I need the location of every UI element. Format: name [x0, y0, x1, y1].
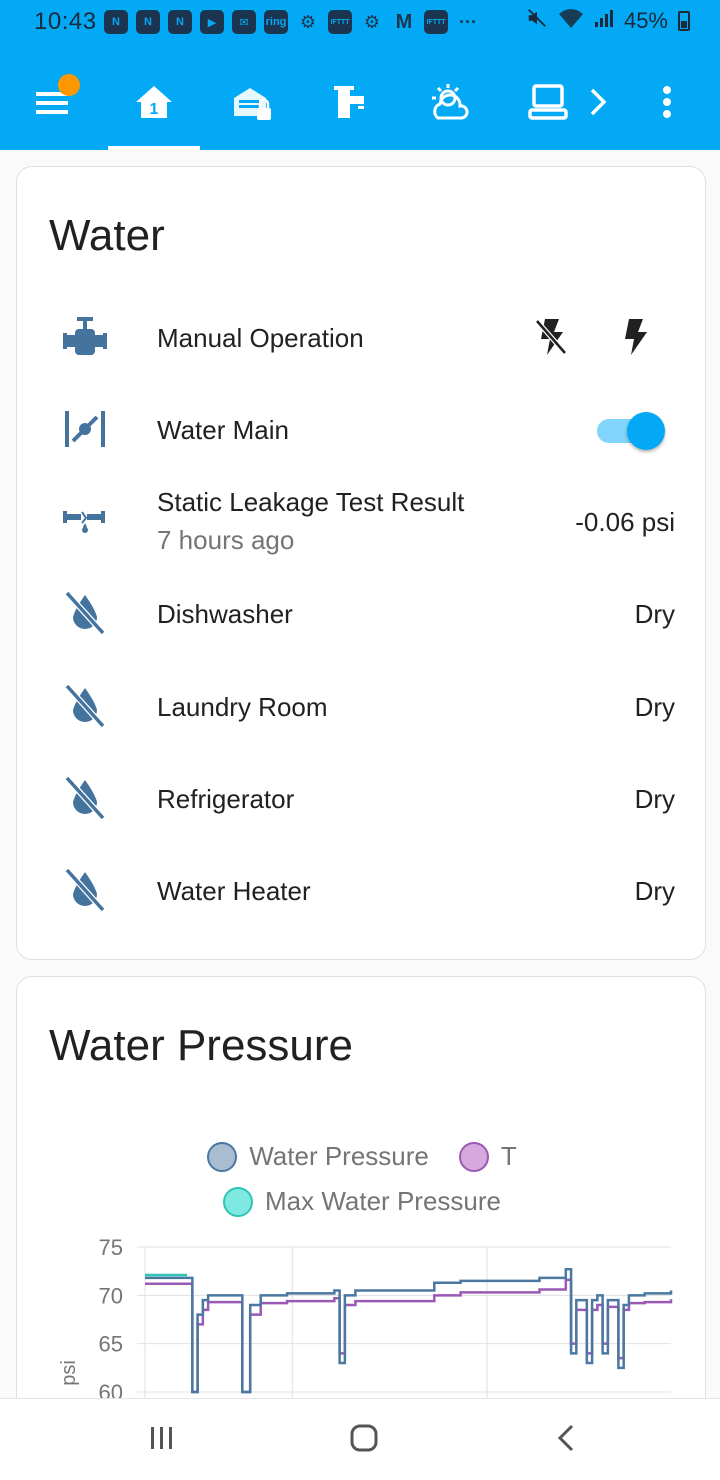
entity-state: Dry	[634, 692, 675, 722]
recent-apps-icon	[147, 1425, 177, 1456]
water-main-toggle[interactable]	[597, 411, 667, 451]
entity-name: Refrigerator	[157, 784, 295, 814]
mail-icon: ✉	[232, 10, 256, 34]
system-status: 45%	[526, 7, 690, 35]
battery-icon	[678, 11, 690, 31]
nest-icon: N	[168, 10, 192, 34]
flash-off-button[interactable]	[527, 313, 575, 361]
android-nav-bar	[0, 1398, 720, 1480]
overflow-menu-button[interactable]	[622, 58, 712, 150]
entity-row-laundry-room[interactable]: Laundry Room Dry	[17, 670, 707, 740]
y-tick-label: 70	[99, 1283, 123, 1308]
notification-badge	[58, 74, 80, 96]
ifttt-icon: IFTTT	[424, 10, 448, 34]
menu-button[interactable]	[8, 58, 100, 150]
entity-row-manual-operation[interactable]: Manual Operation	[17, 301, 707, 371]
last-changed: 7 hours ago	[157, 525, 295, 555]
entity-state: Dry	[634, 599, 675, 629]
weather-partly-cloudy-icon	[428, 80, 472, 129]
nest-icon: N	[104, 10, 128, 34]
more-notifications-icon: ···	[459, 11, 477, 32]
faucet-icon	[328, 80, 372, 129]
entity-state: Dry	[634, 876, 675, 906]
settings-icon: ⚙	[363, 11, 381, 32]
entity-name: Static Leakage Test Result	[157, 487, 465, 517]
youtube-icon: ▶	[200, 10, 224, 34]
valve-open-icon	[61, 405, 109, 453]
overflow-menu-icon	[645, 80, 689, 129]
tab-garage[interactable]	[206, 58, 298, 150]
view-tabs: 1	[0, 58, 720, 150]
pipe-leak-icon	[61, 495, 109, 543]
home-icon: 1	[132, 80, 176, 129]
toggle-knob	[627, 412, 665, 450]
entity-name: Water Heater	[157, 876, 311, 906]
series-line-water-pressure[interactable]	[145, 1267, 673, 1394]
recent-apps-button[interactable]	[132, 1417, 192, 1463]
entity-row-water-heater[interactable]: Water Heater Dry	[17, 854, 707, 924]
entity-name: Laundry Room	[157, 692, 328, 722]
back-button[interactable]	[536, 1417, 596, 1463]
status-time: 10:43	[34, 8, 97, 35]
water-off-icon	[61, 682, 109, 730]
ifttt-icon: IFTTT	[328, 10, 352, 34]
signal-icon	[594, 8, 614, 34]
tab-home[interactable]: 1	[108, 58, 200, 150]
entity-name: Water Main	[157, 415, 289, 445]
status-bar: 10:43 N N N ▶ ✉ ring ⚙ IFTTT ⚙ M IFTTT ·…	[0, 0, 720, 44]
entity-name: Dishwasher	[157, 599, 293, 629]
water-card: Water Manual Operation Water Main Static…	[16, 166, 706, 960]
entity-row-refrigerator[interactable]: Refrigerator Dry	[17, 762, 707, 832]
gmail-icon: M	[395, 10, 413, 33]
y-tick-label: 75	[99, 1235, 123, 1260]
settings-icon: ⚙	[299, 11, 317, 32]
garage-lock-icon	[230, 80, 274, 129]
nest-icon: N	[136, 10, 160, 34]
water-off-icon	[61, 774, 109, 822]
entity-row-leakage-test[interactable]: Static Leakage Test Result 7 hours ago -…	[17, 481, 707, 571]
y-tick-label: 65	[99, 1332, 123, 1357]
entity-row-dishwasher[interactable]: Dishwasher Dry	[17, 577, 707, 647]
app-header: 10:43 N N N ▶ ✉ ring ⚙ IFTTT ⚙ M IFTTT ·…	[0, 0, 720, 150]
card-title: Water	[49, 211, 165, 260]
pressure-chart[interactable]: 75706560 psi	[17, 977, 707, 1417]
home-button-icon	[349, 1423, 379, 1458]
water-off-icon	[61, 589, 109, 637]
mute-icon	[526, 7, 548, 35]
home-button[interactable]	[334, 1417, 394, 1463]
svg-text:1: 1	[150, 101, 159, 118]
back-icon	[554, 1423, 578, 1458]
valve-icon	[61, 313, 109, 361]
chevron-right-icon	[576, 80, 620, 129]
ring-icon: ring	[264, 10, 288, 34]
entity-state: -0.06 psi	[575, 507, 675, 537]
tab-weather[interactable]	[404, 58, 496, 150]
tab-water[interactable]	[304, 58, 396, 150]
notification-icons: N N N ▶ ✉ ring ⚙ IFTTT ⚙ M IFTTT ···	[104, 9, 480, 35]
entity-name: Manual Operation	[157, 323, 364, 353]
water-pressure-card: Water Pressure Water Pressure T Max Wate…	[16, 976, 706, 1416]
water-off-icon	[61, 866, 109, 914]
entity-state: Dry	[634, 784, 675, 814]
wifi-icon	[558, 7, 584, 35]
flash-button[interactable]	[611, 313, 659, 361]
entity-row-water-main[interactable]: Water Main	[17, 393, 707, 463]
battery-percent: 45%	[623, 8, 668, 33]
y-axis-label: psi	[58, 1360, 80, 1386]
